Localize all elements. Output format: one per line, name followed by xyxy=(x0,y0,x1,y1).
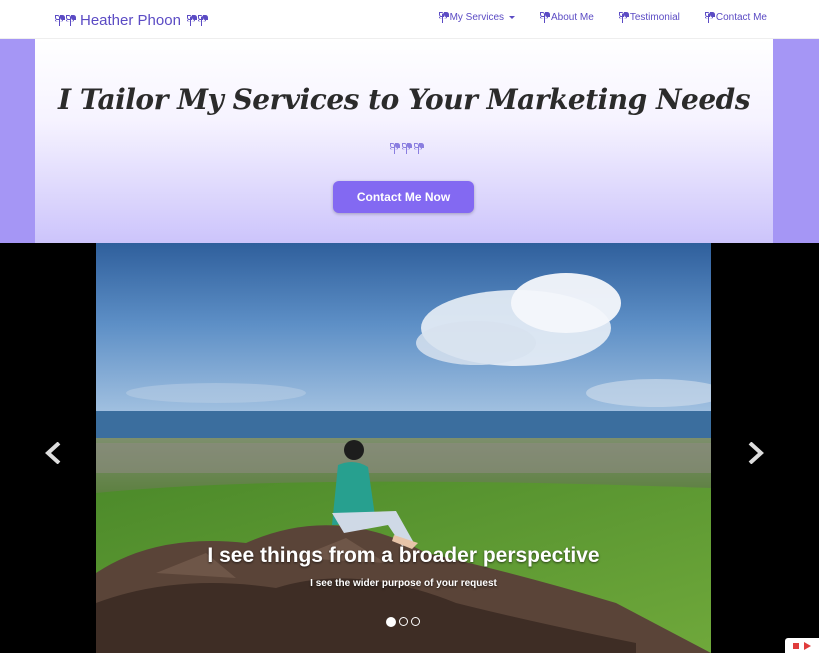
carousel-indicator-1[interactable] xyxy=(386,617,396,627)
sprout-icon xyxy=(704,12,713,23)
play-icon[interactable] xyxy=(804,641,811,650)
nav-item-label: Contact Me xyxy=(715,12,767,23)
hero-section: I Tailor My Services to Your Marketing N… xyxy=(35,39,773,243)
carousel-next-button[interactable] xyxy=(741,438,771,468)
caption-text: I see the wider purpose of your request xyxy=(310,578,497,589)
carousel-slide-image xyxy=(96,243,711,653)
media-widget xyxy=(785,638,819,653)
sprout-icon xyxy=(66,14,74,26)
sprout-icon xyxy=(540,12,549,23)
hero-title: I Tailor My Services to Your Marketing N… xyxy=(57,83,751,116)
brand-name: Heather Phoon xyxy=(80,11,181,29)
brand-link[interactable]: Heather Phoon xyxy=(55,10,206,30)
caret-down-icon xyxy=(509,16,516,19)
sprout-icon xyxy=(438,12,447,23)
carousel-prev-button[interactable] xyxy=(38,438,68,468)
carousel-indicator-2[interactable] xyxy=(399,617,408,626)
nav-item-about-me[interactable]: About Me xyxy=(540,12,594,23)
main-nav: My Services About Me Testimonial Contact… xyxy=(438,12,767,23)
image-carousel: I see things from a broader perspective … xyxy=(0,243,819,653)
chevron-right-icon xyxy=(748,442,764,464)
nav-item-label: My Services xyxy=(449,12,505,23)
carousel-caption: I see things from a broader perspective … xyxy=(96,544,711,589)
nav-item-testimonial[interactable]: Testimonial xyxy=(618,12,680,23)
sprout-icon xyxy=(402,143,411,156)
caption-title: I see things from a broader perspective xyxy=(207,544,600,567)
nav-item-contact-me[interactable]: Contact Me xyxy=(704,12,767,23)
sprout-icon xyxy=(390,143,399,156)
sprout-icon xyxy=(55,14,63,26)
nav-item-label: About Me xyxy=(551,12,594,23)
nav-item-my-services[interactable]: My Services xyxy=(438,12,516,23)
carousel-indicators xyxy=(386,617,420,627)
sprout-icon xyxy=(618,12,627,23)
navbar: Heather Phoon My Services About Me Testi… xyxy=(0,0,819,39)
carousel-indicator-3[interactable] xyxy=(411,617,420,626)
sprout-icon xyxy=(197,14,206,26)
sprout-icon xyxy=(186,14,195,26)
stop-icon[interactable] xyxy=(793,642,799,649)
chevron-left-icon xyxy=(45,442,61,464)
nav-item-label: Testimonial xyxy=(629,12,680,23)
hero-divider xyxy=(390,143,423,156)
sprout-icon xyxy=(414,143,423,156)
contact-me-now-button[interactable]: Contact Me Now xyxy=(333,181,474,213)
